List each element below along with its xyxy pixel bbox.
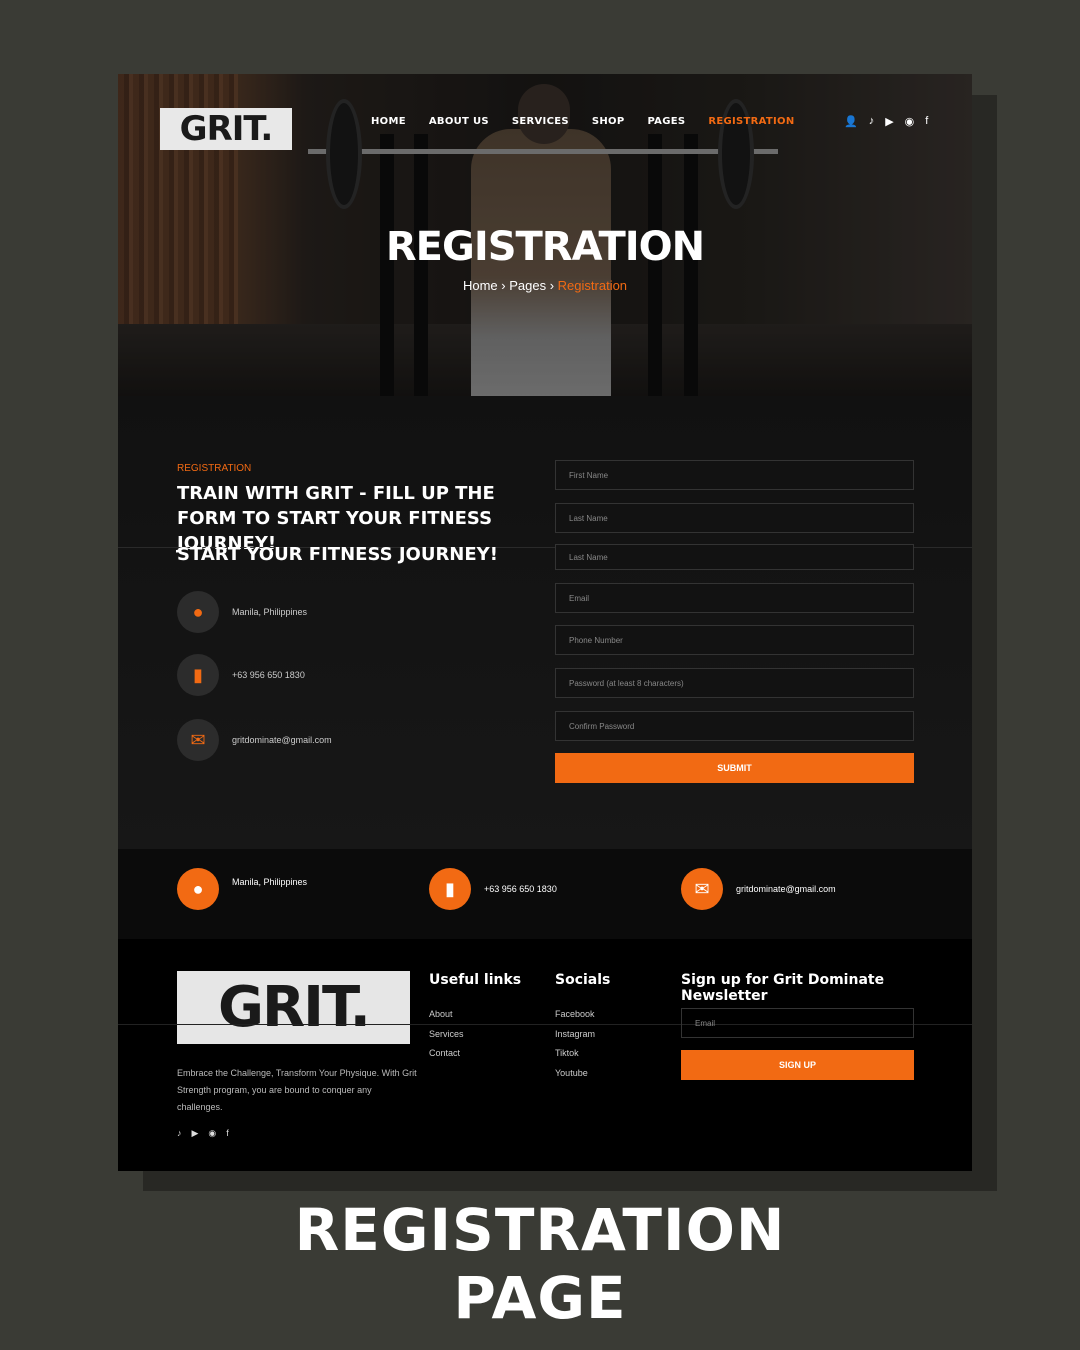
site-footer: GRIT. Embrace the Challenge, Transform Y… — [118, 939, 972, 1171]
envelope-icon: ✉ — [177, 719, 219, 761]
socials-list: Facebook Instagram Tiktok Youtube — [555, 1005, 595, 1083]
facebook-icon[interactable]: f — [925, 115, 928, 128]
submit-button[interactable]: SUBMIT — [555, 753, 914, 783]
nav-services[interactable]: SERVICES — [512, 116, 569, 127]
registration-section: REGISTRATION TRAIN WITH GRIT - FILL UP T… — [118, 396, 972, 850]
footer-description: Embrace the Challenge, Transform Your Ph… — [177, 1068, 417, 1112]
footer-link-tiktok[interactable]: Tiktok — [555, 1044, 595, 1064]
envelope-icon: ✉ — [681, 868, 723, 910]
phone-icon: ▮ — [177, 654, 219, 696]
confirm-password-field[interactable]: Confirm Password — [555, 711, 914, 741]
newsletter-email-field[interactable]: Email — [681, 1008, 914, 1038]
page-mockup: GRIT. HOME ABOUT US SERVICES SHOP PAGES … — [118, 74, 972, 1171]
instagram-icon[interactable]: ◉ — [905, 115, 915, 128]
footer-link-youtube[interactable]: Youtube — [555, 1064, 595, 1084]
header-icons: 👤 ♪ ▶ ◉ f — [844, 115, 928, 128]
newsletter-heading: Sign up for Grit Dominate Newsletter — [681, 972, 885, 1004]
site-logo[interactable]: GRIT. — [160, 108, 292, 150]
youtube-icon[interactable]: ▶ — [192, 1128, 199, 1139]
footer-social-icons: ♪ ▶ ◉ f — [177, 1128, 229, 1139]
email-text[interactable]: gritdominate@gmail.com — [232, 735, 332, 745]
nav-registration[interactable]: REGISTRATION — [708, 116, 794, 127]
phone-icon: ▮ — [429, 868, 471, 910]
footer-link-contact[interactable]: Contact — [429, 1044, 464, 1064]
logo-text: GRIT. — [179, 109, 274, 149]
socials-heading: Socials — [555, 972, 611, 988]
chevron-right-icon: › — [549, 278, 558, 293]
breadcrumb-current: Registration — [557, 278, 628, 293]
breadcrumb-home[interactable]: Home — [463, 278, 498, 293]
youtube-icon[interactable]: ▶ — [885, 115, 893, 128]
footer-link-services[interactable]: Services — [429, 1025, 464, 1045]
nav-home[interactable]: HOME — [371, 116, 406, 127]
strip-phone: ▮ +63 956 650 1830 — [429, 868, 557, 910]
newsletter-signup-button[interactable]: SIGN UP — [681, 1050, 914, 1080]
strip-address-text: Manila, Philippines — [232, 877, 308, 887]
footer-logo-text: GRIT. — [218, 975, 371, 1040]
last-name-field[interactable]: Last Name — [555, 503, 914, 533]
phone-field[interactable]: Phone Number — [555, 625, 914, 655]
password-field[interactable]: Password (at least 8 characters) — [555, 668, 914, 698]
user-icon[interactable]: 👤 — [844, 115, 858, 128]
nav-about-us[interactable]: ABOUT US — [429, 116, 489, 127]
address-text: Manila, Philippines — [232, 607, 308, 617]
tiktok-icon[interactable]: ♪ — [869, 115, 875, 128]
footer-link-facebook[interactable]: Facebook — [555, 1005, 595, 1025]
nav-shop[interactable]: SHOP — [592, 116, 625, 127]
hero-banner: GRIT. HOME ABOUT US SERVICES SHOP PAGES … — [118, 74, 972, 396]
footer-link-instagram[interactable]: Instagram — [555, 1025, 595, 1045]
breadcrumb-pages[interactable]: Pages — [509, 278, 546, 293]
strip-email: ✉ gritdominate@gmail.com — [681, 868, 836, 910]
page-caption: REGISTRATION PAGE — [0, 1196, 1080, 1332]
email-field[interactable]: Email — [555, 583, 914, 613]
breadcrumb: Home › Pages › Registration — [118, 278, 972, 293]
phone-text[interactable]: +63 956 650 1830 — [232, 670, 305, 680]
instagram-icon[interactable]: ◉ — [208, 1128, 216, 1139]
contact-phone: ▮ +63 956 650 1830 — [177, 654, 305, 696]
contact-email: ✉ gritdominate@gmail.com — [177, 719, 332, 761]
footer-link-about[interactable]: About — [429, 1005, 464, 1025]
useful-links-heading: Useful links — [429, 972, 522, 988]
last-name-field-duplicate[interactable]: Last Name — [555, 544, 914, 570]
main-nav: HOME ABOUT US SERVICES SHOP PAGES REGIST… — [371, 116, 818, 127]
contact-address: ● Manila, Philippines — [177, 591, 307, 633]
section-eyebrow: REGISTRATION — [177, 463, 252, 474]
footer-logo[interactable]: GRIT. — [177, 971, 410, 1044]
location-pin-icon: ● — [177, 868, 219, 910]
caption-line-1: REGISTRATION — [294, 1196, 786, 1264]
location-pin-icon: ● — [177, 591, 219, 633]
nav-pages[interactable]: PAGES — [647, 116, 685, 127]
useful-links-list: About Services Contact — [429, 1005, 464, 1064]
strip-email-text[interactable]: gritdominate@gmail.com — [736, 884, 836, 894]
first-name-field[interactable]: First Name — [555, 460, 914, 490]
section-headline-duplicate: START YOUR FITNESS JOURNEY! — [177, 544, 498, 565]
facebook-icon[interactable]: f — [226, 1128, 229, 1139]
strip-address: ● Manila, Philippines — [177, 868, 307, 910]
page-title: REGISTRATION — [385, 224, 705, 270]
caption-line-2: PAGE — [453, 1264, 627, 1332]
contact-strip: ● Manila, Philippines ▮ +63 956 650 1830… — [118, 849, 972, 939]
tiktok-icon[interactable]: ♪ — [177, 1128, 182, 1139]
strip-phone-text[interactable]: +63 956 650 1830 — [484, 884, 557, 894]
